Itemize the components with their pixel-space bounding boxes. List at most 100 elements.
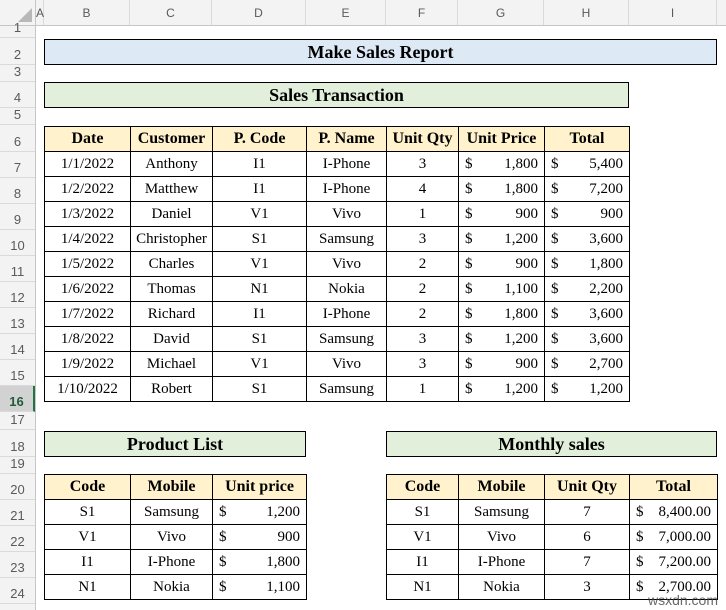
p-name-cell[interactable]: Vivo (306, 251, 387, 277)
header-total[interactable]: Total (544, 126, 630, 152)
date-cell[interactable]: 1/5/2022 (44, 251, 131, 277)
p-code-cell[interactable]: V1 (212, 251, 307, 277)
unit-price-cell[interactable]: $1,200 (212, 499, 307, 525)
p-name-cell[interactable]: Samsung (306, 326, 387, 352)
code-cell[interactable]: N1 (386, 574, 459, 600)
p-code-cell[interactable]: V1 (212, 201, 307, 227)
row-header-15[interactable]: 15 (0, 360, 35, 386)
unit-price-cell[interactable]: $900 (458, 201, 545, 227)
mobile-cell[interactable]: I-Phone (458, 549, 545, 575)
total-cell[interactable]: $1,800 (544, 251, 630, 277)
row-header-17[interactable]: 17 (0, 412, 35, 430)
total-cell[interactable]: $3,600 (544, 326, 630, 352)
date-cell[interactable]: 1/10/2022 (44, 376, 131, 402)
customer-cell[interactable]: Anthony (130, 151, 213, 177)
row-header-23[interactable]: 23 (0, 552, 35, 578)
unit-price-cell[interactable]: $1,800 (458, 176, 545, 202)
unit-qty-cell[interactable]: 3 (386, 326, 459, 352)
p-name-cell[interactable]: Vivo (306, 351, 387, 377)
header-unit-qty[interactable]: Unit Qty (544, 474, 630, 500)
date-cell[interactable]: 1/2/2022 (44, 176, 131, 202)
unit-price-cell[interactable]: $1,200 (458, 226, 545, 252)
unit-price-cell[interactable]: $1,800 (458, 151, 545, 177)
total-cell[interactable]: $7,000.00 (629, 524, 718, 550)
row-header-7[interactable]: 7 (0, 152, 35, 178)
p-name-cell[interactable]: I-Phone (306, 301, 387, 327)
column-header-d[interactable]: D (212, 0, 306, 25)
mobile-cell[interactable]: Vivo (458, 524, 545, 550)
column-header-f[interactable]: F (386, 0, 458, 25)
date-cell[interactable]: 1/9/2022 (44, 351, 131, 377)
customer-cell[interactable]: Richard (130, 301, 213, 327)
p-name-cell[interactable]: Nokia (306, 276, 387, 302)
unit-qty-cell[interactable]: 7 (544, 549, 630, 575)
column-header-c[interactable]: C (130, 0, 212, 25)
mobile-cell[interactable]: Nokia (130, 574, 213, 600)
unit-qty-cell[interactable]: 3 (386, 351, 459, 377)
product-list-banner[interactable]: Product List (44, 431, 306, 457)
mobile-cell[interactable]: Samsung (458, 499, 545, 525)
header-total[interactable]: Total (629, 474, 718, 500)
total-cell[interactable]: $900 (544, 201, 630, 227)
date-cell[interactable]: 1/6/2022 (44, 276, 131, 302)
total-cell[interactable]: $2,200 (544, 276, 630, 302)
unit-qty-cell[interactable]: 3 (386, 151, 459, 177)
unit-qty-cell[interactable]: 2 (386, 251, 459, 277)
unit-qty-cell[interactable]: 6 (544, 524, 630, 550)
total-cell[interactable]: $3,600 (544, 226, 630, 252)
unit-qty-cell[interactable]: 4 (386, 176, 459, 202)
customer-cell[interactable]: Daniel (130, 201, 213, 227)
row-header-5[interactable]: 5 (0, 107, 35, 125)
total-cell[interactable]: $5,400 (544, 151, 630, 177)
row-header-6[interactable]: 6 (0, 125, 35, 152)
p-code-cell[interactable]: I1 (212, 301, 307, 327)
column-header-h[interactable]: H (544, 0, 629, 25)
row-header-10[interactable]: 10 (0, 230, 35, 256)
p-name-cell[interactable]: Vivo (306, 201, 387, 227)
row-header-1[interactable]: 1 (0, 20, 35, 38)
code-cell[interactable]: V1 (386, 524, 459, 550)
row-header-16[interactable]: 16 (0, 386, 35, 412)
header-date[interactable]: Date (44, 126, 131, 152)
header-mobile[interactable]: Mobile (130, 474, 213, 500)
header-unit-price[interactable]: Unit Price (458, 126, 545, 152)
unit-price-cell[interactable]: $900 (458, 251, 545, 277)
report-title-banner[interactable]: Make Sales Report (44, 39, 717, 65)
date-cell[interactable]: 1/8/2022 (44, 326, 131, 352)
unit-price-cell[interactable]: $1,200 (458, 376, 545, 402)
customer-cell[interactable]: Robert (130, 376, 213, 402)
header-p-code[interactable]: P. Code (212, 126, 307, 152)
column-header-b[interactable]: B (44, 0, 130, 25)
column-header-i[interactable]: I (629, 0, 717, 25)
total-cell[interactable]: $2,700 (544, 351, 630, 377)
row-header-18[interactable]: 18 (0, 430, 35, 457)
p-name-cell[interactable]: Samsung (306, 376, 387, 402)
p-code-cell[interactable]: S1 (212, 376, 307, 402)
header-p-name[interactable]: P. Name (306, 126, 387, 152)
column-header-e[interactable]: E (306, 0, 386, 25)
customer-cell[interactable]: Thomas (130, 276, 213, 302)
unit-qty-cell[interactable]: 1 (386, 376, 459, 402)
row-header-13[interactable]: 13 (0, 308, 35, 334)
row-header-8[interactable]: 8 (0, 178, 35, 204)
unit-qty-cell[interactable]: 7 (544, 499, 630, 525)
date-cell[interactable]: 1/7/2022 (44, 301, 131, 327)
header-code[interactable]: Code (386, 474, 459, 500)
total-cell[interactable]: $1,200 (544, 376, 630, 402)
header-code[interactable]: Code (44, 474, 131, 500)
p-code-cell[interactable]: N1 (212, 276, 307, 302)
mobile-cell[interactable]: Nokia (458, 574, 545, 600)
unit-price-cell[interactable]: $900 (212, 524, 307, 550)
unit-price-cell[interactable]: $1,100 (212, 574, 307, 600)
unit-price-cell[interactable]: $1,100 (458, 276, 545, 302)
code-cell[interactable]: I1 (386, 549, 459, 575)
header-mobile[interactable]: Mobile (458, 474, 545, 500)
code-cell[interactable]: I1 (44, 549, 131, 575)
row-header-3[interactable]: 3 (0, 64, 35, 82)
code-cell[interactable]: V1 (44, 524, 131, 550)
unit-price-cell[interactable]: $900 (458, 351, 545, 377)
total-cell[interactable]: $8,400.00 (629, 499, 718, 525)
p-code-cell[interactable]: I1 (212, 176, 307, 202)
row-header-11[interactable]: 11 (0, 256, 35, 282)
code-cell[interactable]: S1 (386, 499, 459, 525)
